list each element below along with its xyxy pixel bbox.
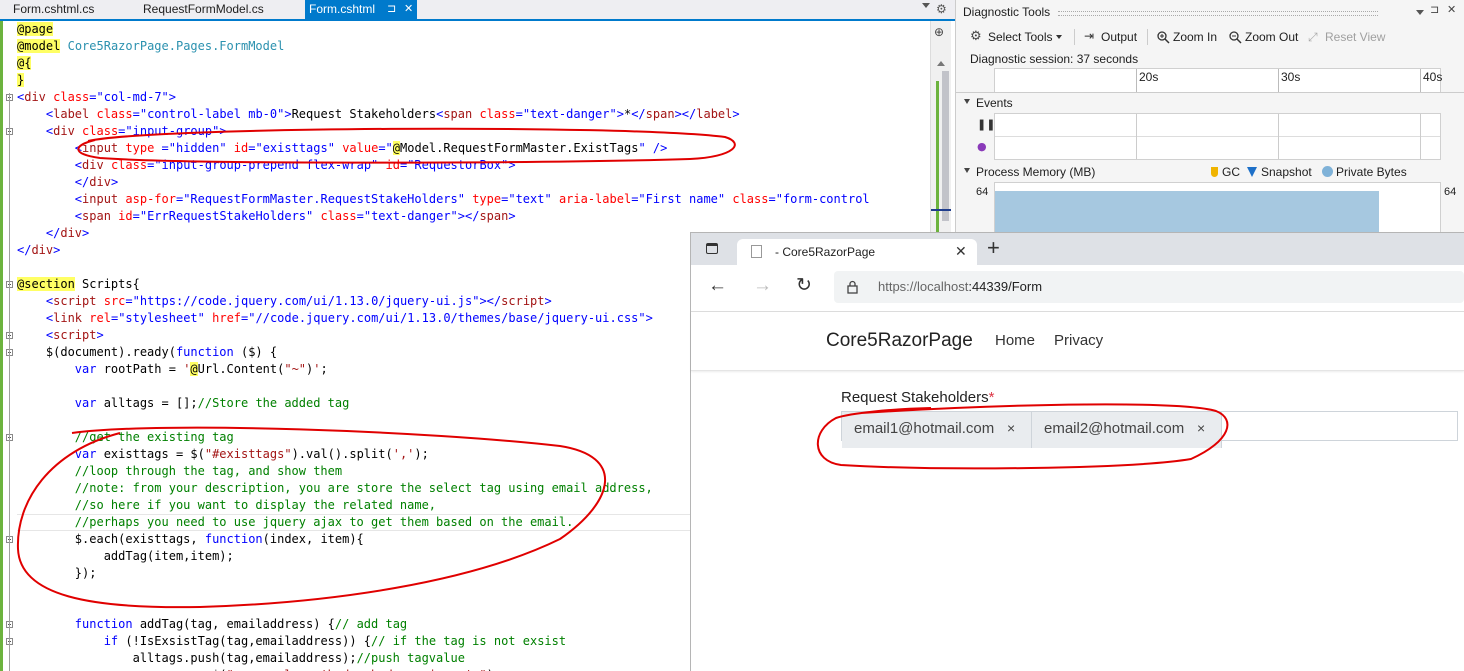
track-divider <box>995 136 1440 137</box>
session-duration: Diagnostic session: 37 seconds <box>970 52 1139 66</box>
tab-overflow-icon[interactable] <box>922 3 930 8</box>
pin-icon[interactable]: ⊐ <box>1430 3 1439 16</box>
diagnostic-toolbar: ⚙ Select Tools ⇥ Output Zoom In Zoom Out… <box>956 26 1464 48</box>
divider <box>956 92 1464 93</box>
settings-gear-icon[interactable]: ⚙ <box>936 2 947 16</box>
browser-window: - Core5RazorPage ✕ + ← → ↻ https://local… <box>690 232 1464 671</box>
pause-icon[interactable]: ❚❚ <box>977 118 995 131</box>
tab-form-cshtml[interactable]: Form.cshtml ⊐ ✕ <box>305 0 417 19</box>
document-tab-strip: Form.cshtml.cs RequestFormModel.cs Form.… <box>0 0 955 21</box>
zoom-out-icon <box>1229 31 1242 44</box>
annotation-circle-hidden-input <box>77 127 736 164</box>
caret-marker <box>931 209 951 211</box>
legend-private-bytes: Private Bytes <box>1336 165 1407 179</box>
panel-title: Diagnostic Tools <box>963 5 1051 19</box>
tick-line <box>1278 69 1279 92</box>
memory-label: Process Memory (MB) <box>976 165 1096 179</box>
zoom-in-icon <box>1157 31 1170 44</box>
pin-icon[interactable]: ⊐ <box>387 3 396 16</box>
collapse-icon[interactable] <box>964 168 970 173</box>
reset-view-icon: ⤢ <box>1308 30 1318 44</box>
zoom-out-button[interactable]: Zoom Out <box>1245 30 1298 44</box>
zoom-in-button[interactable]: Zoom In <box>1173 30 1217 44</box>
close-icon[interactable]: ✕ <box>1447 3 1456 16</box>
tab-label: RequestFormModel.cs <box>143 2 264 16</box>
gc-icon <box>1211 167 1218 177</box>
tick-label: 30s <box>1281 70 1301 84</box>
output-button[interactable]: Output <box>1101 30 1137 44</box>
tick-label: 40s <box>1423 70 1443 84</box>
tab-label: Form.cshtml.cs <box>13 2 95 16</box>
close-icon[interactable]: ✕ <box>404 3 413 16</box>
chevron-down-icon <box>1056 35 1062 39</box>
intellitrace-icon[interactable]: ● <box>977 140 987 153</box>
diagnostic-tools-panel: Diagnostic Tools ⊐ ✕ ⚙ Select Tools ⇥ Ou… <box>955 0 1464 233</box>
scroll-thumb[interactable] <box>942 71 949 221</box>
toolbar-divider <box>1147 29 1148 45</box>
tab-requestformmodel-cs[interactable]: RequestFormModel.cs <box>130 0 300 19</box>
grid-line <box>1136 114 1137 159</box>
title-grip <box>1058 11 1378 16</box>
private-bytes-area <box>995 191 1379 233</box>
scroll-up-icon[interactable] <box>937 61 945 66</box>
output-icon: ⇥ <box>1084 29 1095 43</box>
toolbar-divider <box>1074 29 1075 45</box>
gear-icon: ⚙ <box>970 29 982 44</box>
reset-view-button[interactable]: Reset View <box>1325 30 1385 44</box>
split-icon[interactable]: ⊕ <box>934 26 944 38</box>
memory-axis-right: 64 <box>1444 186 1457 198</box>
select-tools-button[interactable]: Select Tools <box>988 30 1052 44</box>
timeline-ruler[interactable]: 20s 30s 40s <box>994 68 1443 93</box>
tab-form-cshtml-cs[interactable]: Form.cshtml.cs <box>0 0 125 19</box>
grid-line <box>1420 114 1421 159</box>
memory-graph[interactable] <box>994 182 1441 233</box>
events-label: Events <box>976 96 1013 110</box>
memory-axis-left: 64 <box>976 186 989 198</box>
private-bytes-icon <box>1322 166 1333 177</box>
legend-gc: GC <box>1222 165 1240 179</box>
panel-menu-icon[interactable] <box>1416 10 1424 15</box>
events-track[interactable] <box>994 113 1441 160</box>
tick-label: 20s <box>1139 70 1159 84</box>
legend-snapshot: Snapshot <box>1261 165 1312 179</box>
snapshot-icon <box>1247 167 1257 177</box>
tick-line <box>1420 69 1421 92</box>
annotation-circle-script <box>16 426 606 609</box>
annotation-overlay <box>816 403 1229 470</box>
tab-label: Form.cshtml <box>309 2 375 16</box>
collapse-icon[interactable] <box>964 99 970 104</box>
annotation-circle-tags <box>816 403 1229 470</box>
grid-line <box>1278 114 1279 159</box>
tick-line <box>1136 69 1137 92</box>
